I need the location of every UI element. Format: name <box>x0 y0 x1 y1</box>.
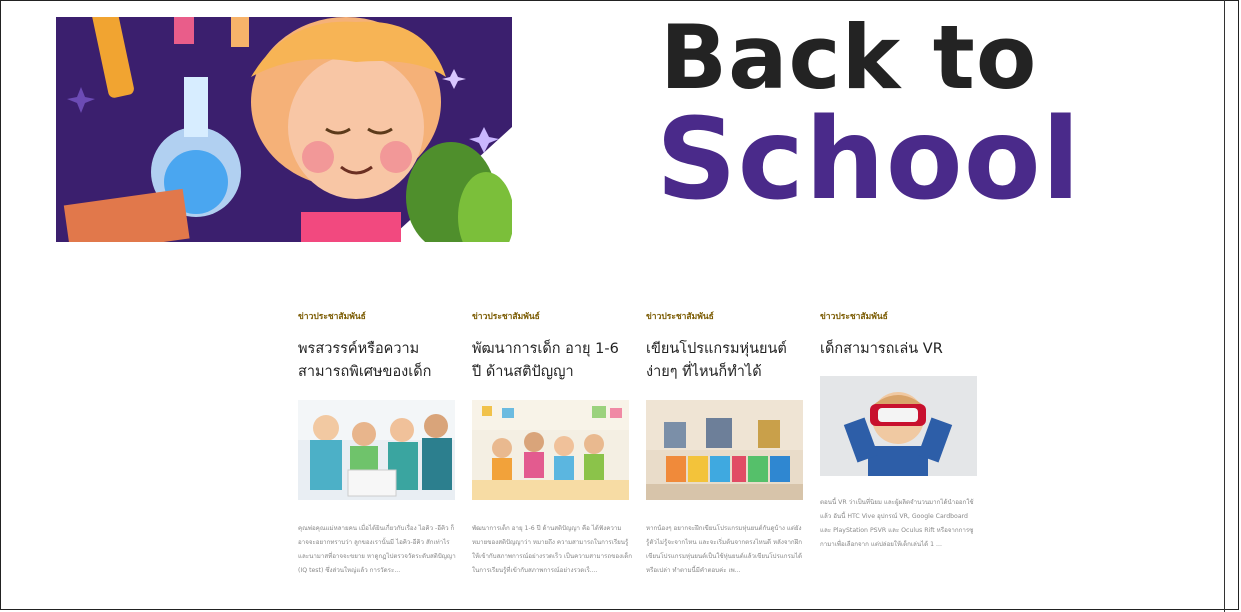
card-category[interactable]: ข่าวประชาสัมพันธ์ <box>472 310 632 324</box>
banner-heading: Back to School <box>656 6 1120 228</box>
card-category[interactable]: ข่าวประชาสัมพันธ์ <box>646 310 806 324</box>
card-excerpt: พัฒนาการเด็ก อายุ 1-6 ปี ด้านสติปัญญา คื… <box>472 525 632 574</box>
article-card[interactable]: ข่าวประชาสัมพันธ์ เขียนโปรแกรมหุ่นยนต์ง่… <box>646 310 806 592</box>
article-card[interactable]: ข่าวประชาสัมพันธ์ พัฒนาการเด็ก อายุ 1-6 … <box>472 310 632 592</box>
article-card[interactable]: ข่าวประชาสัมพันธ์ พรสวรรค์หรือความสามารถ… <box>298 310 458 592</box>
card-excerpt: หากน้องๆ อยากจะฝึกเขียนโปรแกรมหุ่นยนต์กั… <box>646 525 803 574</box>
kids-classroom-photo[interactable] <box>472 400 629 500</box>
card-category[interactable]: ข่าวประชาสัมพันธ์ <box>820 310 980 324</box>
banner-title-line1: Back to <box>660 6 1038 109</box>
child-science-illustration-icon <box>56 17 512 242</box>
card-excerpt: ตอนนี้ VR ว่าเป็นที่นิยม และผู้ผลิตจำนวน… <box>820 499 974 548</box>
banner-title-line2: School <box>656 95 1082 225</box>
child-vr-headset-photo[interactable] <box>820 376 977 476</box>
children-tablet-photo[interactable] <box>298 400 455 500</box>
card-title[interactable]: พรสวรรค์หรือความสามารถพิเศษของเด็ก <box>298 338 458 386</box>
card-title[interactable]: เขียนโปรแกรมหุ่นยนต์ง่ายๆ ที่ไหนก็ทำได้ <box>646 338 806 386</box>
coding-robots-photo[interactable] <box>646 400 803 500</box>
article-card[interactable]: ข่าวประชาสัมพันธ์ เด็กสามารถเล่น VR ตอนน… <box>820 310 980 566</box>
card-category[interactable]: ข่าวประชาสัมพันธ์ <box>298 310 458 324</box>
card-title[interactable]: เด็กสามารถเล่น VR <box>820 338 980 362</box>
scrollbar-divider <box>1224 0 1225 612</box>
card-excerpt: คุณพ่อคุณแม่หลายคน เมื่อได้ยินเกี่ยวกับเ… <box>298 525 456 574</box>
card-title[interactable]: พัฒนาการเด็ก อายุ 1-6 ปี ด้านสติปัญญา <box>472 338 632 386</box>
